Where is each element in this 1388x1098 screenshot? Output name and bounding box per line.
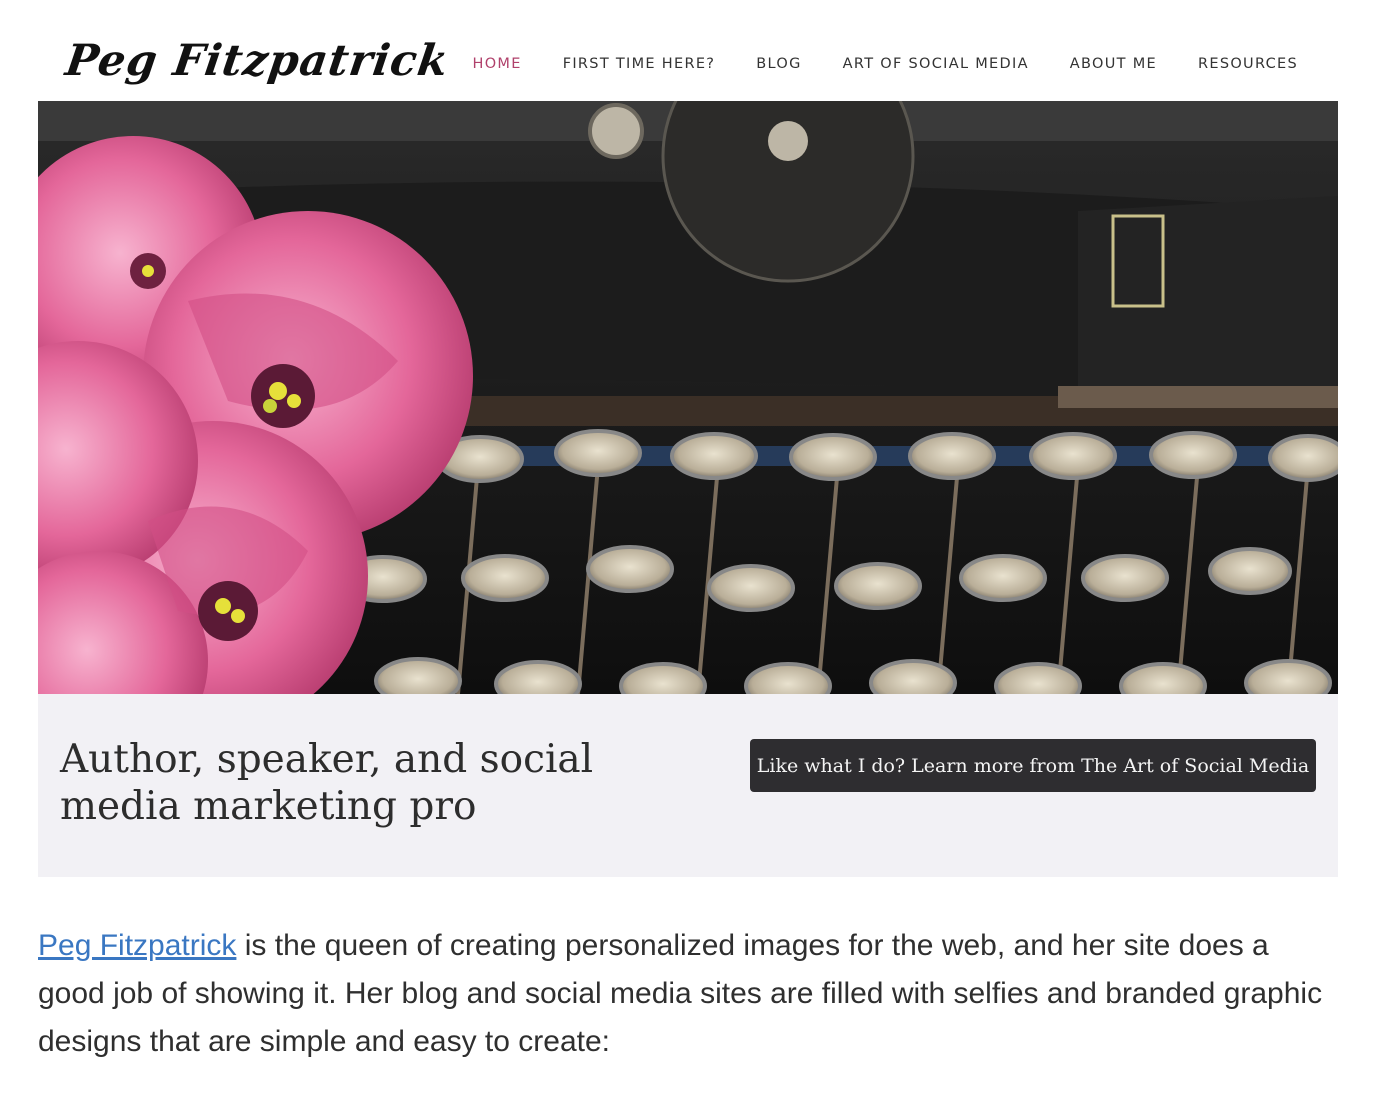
article-paragraph: Peg Fitzpatrick is the queen of creating… <box>38 922 1338 1066</box>
nav-item-about-me[interactable]: ABOUT ME <box>1070 56 1157 72</box>
nav-item-home[interactable]: HOME <box>473 56 522 72</box>
page-frame: Peg Fitzpatrick HOME FIRST TIME HERE? BL… <box>38 0 1338 877</box>
hero-image <box>38 101 1338 694</box>
hero-illustration <box>38 101 1338 694</box>
site-header: Peg Fitzpatrick HOME FIRST TIME HERE? BL… <box>38 0 1338 101</box>
tagline: Author, speaker, and social media market… <box>60 737 594 829</box>
nav-item-resources[interactable]: RESOURCES <box>1198 56 1298 72</box>
main-nav: HOME FIRST TIME HERE? BLOG ART OF SOCIAL… <box>473 56 1298 72</box>
site-logo[interactable]: Peg Fitzpatrick <box>62 36 452 86</box>
learn-more-button[interactable]: Like what I do? Learn more from The Art … <box>750 739 1316 792</box>
nav-item-art-of-social-media[interactable]: ART OF SOCIAL MEDIA <box>843 56 1029 72</box>
nav-item-first-time-here[interactable]: FIRST TIME HERE? <box>563 56 716 72</box>
tagline-band: Author, speaker, and social media market… <box>38 694 1338 877</box>
peg-fitzpatrick-link[interactable]: Peg Fitzpatrick <box>38 929 236 962</box>
nav-item-blog[interactable]: BLOG <box>756 56 801 72</box>
